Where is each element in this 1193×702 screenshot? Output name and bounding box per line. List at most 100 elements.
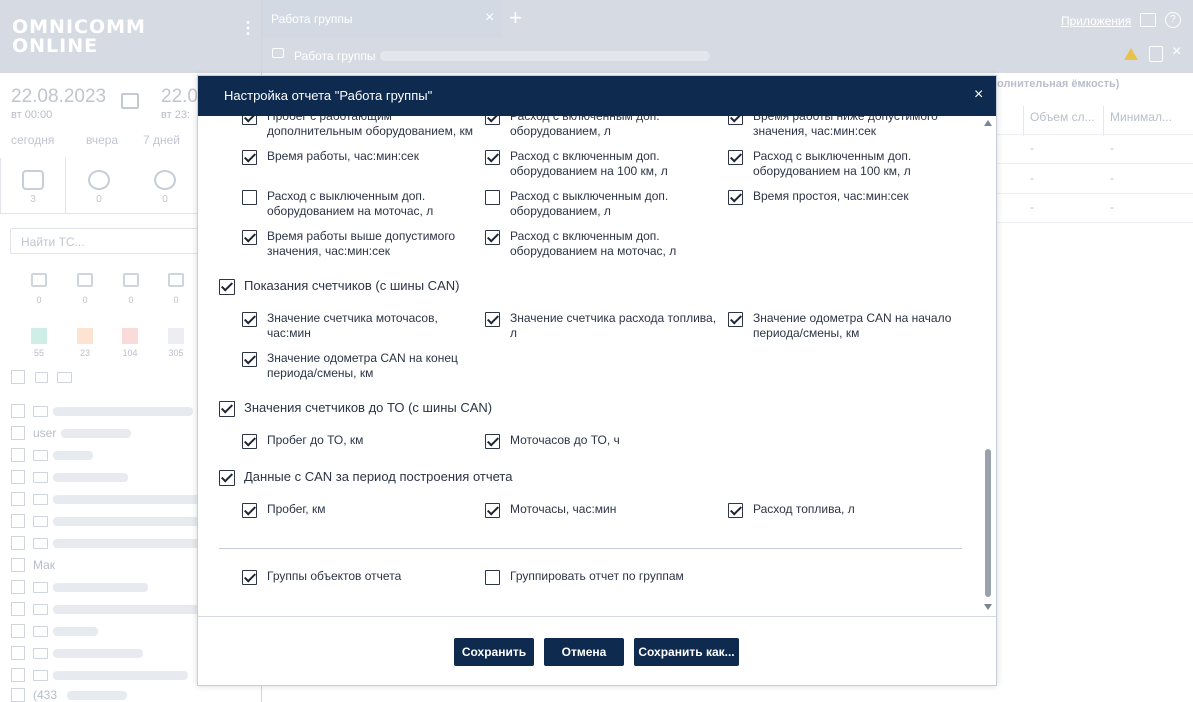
stat-parking[interactable]: 0	[166, 273, 186, 305]
kebab-menu-icon[interactable]: ⋮	[240, 21, 256, 37]
list-item-checkbox[interactable]	[11, 624, 25, 638]
checkbox[interactable]	[242, 352, 257, 367]
checkbox[interactable]	[242, 150, 257, 165]
apps-link[interactable]: Приложения	[1061, 14, 1131, 28]
scrollbar-thumb[interactable]	[985, 449, 991, 597]
checkbox[interactable]	[242, 230, 257, 245]
option-label: Время простоя, час:мин:сек	[753, 189, 909, 203]
stat-drain[interactable]: 0	[75, 273, 95, 305]
add-tab-icon[interactable]: +	[509, 5, 522, 31]
status-grey[interactable]: 305	[164, 328, 188, 358]
layout-icon[interactable]	[1149, 46, 1163, 62]
list-item-checkbox[interactable]	[11, 426, 25, 440]
list-item-checkbox[interactable]	[11, 558, 25, 572]
stat-fuel[interactable]: 0	[29, 273, 49, 305]
tab-geozones[interactable]: 0	[132, 158, 198, 214]
tab-close-icon[interactable]: ×	[485, 9, 494, 27]
grid-cell: -	[1030, 171, 1034, 185]
list-view-icon[interactable]	[35, 372, 48, 383]
quick-today[interactable]: сегодня	[11, 133, 54, 147]
date-to[interactable]: 22.0	[161, 86, 198, 108]
stat-truck[interactable]: 0	[121, 273, 141, 305]
scroll-up-arrow[interactable]	[984, 120, 992, 126]
list-item-checkbox[interactable]	[11, 514, 25, 528]
close-icon[interactable]: ×	[974, 86, 983, 104]
checkbox[interactable]	[728, 312, 743, 327]
checkbox[interactable]	[728, 190, 743, 205]
select-all-checkbox[interactable]	[11, 370, 25, 384]
blurred-text	[380, 51, 710, 61]
date-from[interactable]: 22.08.2023	[11, 86, 106, 108]
list-item-checkbox[interactable]	[11, 580, 25, 594]
checkbox[interactable]	[485, 190, 500, 205]
save-button[interactable]: Сохранить	[454, 638, 534, 666]
quick-7-days[interactable]: 7 дней	[143, 133, 180, 147]
option-label: Расход с выключенным доп. оборудованием,…	[510, 189, 669, 218]
checkbox[interactable]	[485, 116, 500, 125]
option-label: Моточасы, час:мин	[510, 502, 617, 516]
checkbox[interactable]	[485, 230, 500, 245]
blurred-text	[53, 451, 93, 460]
checkbox[interactable]	[728, 503, 743, 518]
chat-icon[interactable]	[1140, 13, 1156, 27]
list-item-checkbox[interactable]	[11, 668, 25, 682]
list-item-checkbox[interactable]	[11, 448, 25, 462]
list-item-checkbox[interactable]	[11, 492, 25, 506]
list-item[interactable]: (433	[11, 686, 251, 702]
tab-drivers-count: 0	[96, 194, 102, 205]
section-checkbox[interactable]	[219, 401, 235, 417]
tab-vehicles[interactable]: 3	[0, 158, 66, 214]
status-orange[interactable]: 23	[73, 328, 97, 358]
quick-yesterday[interactable]: вчера	[86, 133, 118, 147]
tab-report[interactable]: Работа группы ×	[262, 0, 502, 37]
warning-icon[interactable]	[1124, 48, 1138, 60]
checkbox[interactable]	[728, 116, 743, 125]
cancel-button[interactable]: Отмена	[544, 638, 624, 666]
calendar-icon[interactable]	[121, 93, 139, 109]
list-item-checkbox[interactable]	[11, 404, 25, 418]
section-label: Значения счетчиков до ТО (с шины CAN)	[244, 400, 493, 415]
tab-vehicles-count: 3	[30, 194, 36, 205]
checkbox[interactable]	[242, 503, 257, 518]
option-label: Моточасов до ТО, ч	[510, 433, 620, 447]
stat-parking-count: 0	[173, 295, 179, 305]
folder-icon	[33, 582, 48, 593]
tab-drivers[interactable]: 0	[66, 158, 132, 214]
status-green[interactable]: 55	[27, 328, 51, 358]
dialog-body[interactable]: Пробег с работающим дополнительным обору…	[198, 116, 996, 616]
list-item-checkbox[interactable]	[11, 646, 25, 660]
grid-cell: -	[1030, 141, 1034, 155]
section-checkbox[interactable]	[219, 279, 235, 295]
vehicle-search-input[interactable]: Найти ТС...	[10, 228, 200, 254]
status-red[interactable]: 104	[118, 328, 142, 358]
list-item-checkbox[interactable]	[11, 602, 25, 616]
option-label: Группы объектов отчета	[267, 569, 402, 583]
checkbox[interactable]	[242, 190, 257, 205]
grid-column-header[interactable]: Минимал...	[1103, 106, 1183, 136]
checkbox[interactable]	[485, 434, 500, 449]
checkbox[interactable]	[728, 150, 743, 165]
scroll-down-arrow[interactable]	[984, 604, 992, 610]
add-folder-icon[interactable]	[57, 372, 72, 383]
list-item-checkbox[interactable]	[11, 536, 25, 550]
grid-cell: -	[1110, 171, 1114, 185]
help-icon[interactable]: ?	[1165, 12, 1181, 28]
checkbox[interactable]	[242, 434, 257, 449]
section-checkbox[interactable]	[219, 470, 235, 486]
lock-icon[interactable]	[272, 48, 284, 58]
list-item-checkbox[interactable]	[11, 470, 25, 484]
checkbox[interactable]	[485, 312, 500, 327]
checkbox[interactable]	[242, 116, 257, 125]
divider	[219, 548, 962, 549]
checkbox[interactable]	[242, 570, 257, 585]
checkbox[interactable]	[485, 150, 500, 165]
blurred-text	[53, 539, 203, 548]
grid-column-header[interactable]: Объем сл...	[1023, 106, 1103, 136]
close-report-icon[interactable]: ×	[1172, 43, 1181, 61]
blurred-text	[53, 407, 193, 416]
checkbox[interactable]	[242, 312, 257, 327]
list-item-checkbox[interactable]	[11, 688, 25, 702]
save-as-button[interactable]: Сохранить как...	[634, 638, 739, 666]
checkbox[interactable]	[485, 503, 500, 518]
checkbox[interactable]	[485, 570, 500, 585]
